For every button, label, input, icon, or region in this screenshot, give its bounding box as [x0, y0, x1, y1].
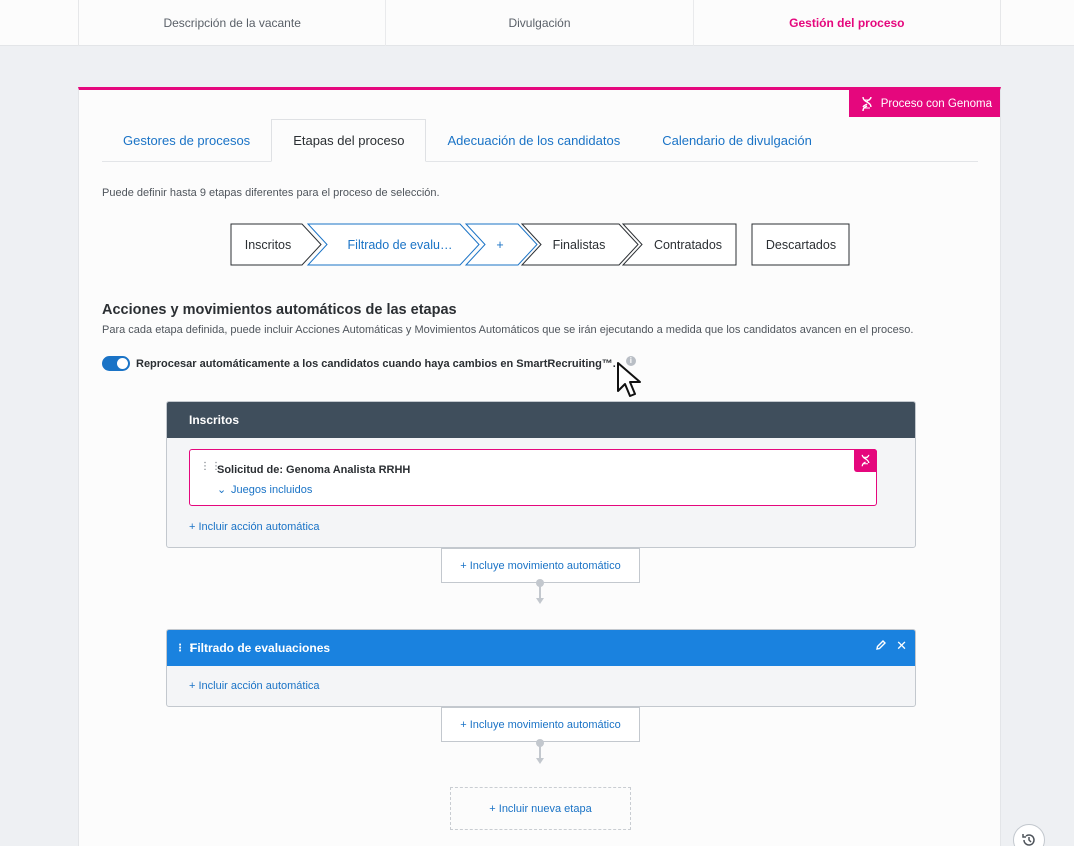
- tab-gestores[interactable]: Gestores de procesos: [102, 119, 271, 161]
- stage-filtrado[interactable]: Filtrado de evalu…: [326, 223, 474, 266]
- juegos-incluidos-link[interactable]: ⌄ Juegos incluidos: [217, 483, 312, 496]
- stage-inscritos[interactable]: Inscritos: [230, 223, 306, 266]
- dna-icon: [861, 454, 870, 467]
- stage-finalistas[interactable]: Finalistas: [540, 223, 618, 266]
- juegos-incluidos-label: Juegos incluidos: [231, 484, 313, 496]
- reprocess-label: Reprocesar automáticamente a los candida…: [136, 357, 616, 370]
- add-movement-button[interactable]: + Incluye movimiento automático: [441, 548, 640, 583]
- reprocess-row: Reprocesar automáticamente a los candida…: [102, 355, 636, 371]
- top-tabs: Descripción de la vacante Divulgación Ge…: [78, 0, 1001, 46]
- tab-calendario[interactable]: Calendario de divulgación: [641, 119, 833, 161]
- drag-handle-icon[interactable]: ⋮⋮: [175, 643, 196, 653]
- add-action-link[interactable]: + Incluir acción automática: [189, 680, 320, 692]
- history-icon[interactable]: [1013, 824, 1045, 846]
- stage-descartados[interactable]: Descartados: [752, 223, 850, 266]
- tab-etapas[interactable]: Etapas del proceso: [271, 119, 427, 162]
- arrow-down-icon: [536, 598, 544, 604]
- automatic-action-card[interactable]: ⋮⋮ Solicitud de: Genoma Analista RRHH ⌄ J…: [189, 449, 877, 506]
- top-tab-descripcion[interactable]: Descripción de la vacante: [79, 0, 387, 46]
- stage-block-filtrado: ⋮⋮ Filtrado de evaluaciones ✕ + Incluir …: [166, 629, 916, 707]
- tab-adecuacion[interactable]: Adecuación de los candidatos: [426, 119, 641, 161]
- close-icon[interactable]: ✕: [896, 638, 907, 654]
- stage-block-inscritos: Inscritos ⋮⋮ Solicitud de: Genoma Analis…: [166, 401, 916, 548]
- reprocess-toggle[interactable]: [102, 356, 130, 371]
- top-tab-divulgacion[interactable]: Divulgación: [386, 0, 694, 46]
- sub-tabs: Gestores de procesos Etapas del proceso …: [102, 119, 978, 162]
- arrow-down-icon: [536, 758, 544, 764]
- top-tab-gestion[interactable]: Gestión del proceso: [694, 0, 1000, 46]
- genoma-badge-label: Proceso con Genoma: [880, 97, 992, 110]
- stage-block-header: ⋮⋮ Filtrado de evaluaciones ✕: [167, 630, 915, 666]
- add-movement-button[interactable]: + Incluye movimiento automático: [441, 707, 640, 742]
- stages-info-text: Puede definir hasta 9 etapas diferentes …: [102, 187, 440, 199]
- section-title: Acciones y movimientos automáticos de la…: [102, 302, 457, 318]
- genoma-corner-badge: [854, 449, 877, 472]
- edit-icon[interactable]: [875, 639, 887, 654]
- mouse-cursor-icon: [617, 362, 641, 397]
- chevron-down-icon: ⌄: [217, 484, 227, 496]
- add-stage-button[interactable]: +: [484, 223, 516, 266]
- stage-block-title: Filtrado de evaluaciones: [190, 641, 331, 655]
- stage-block-header: Inscritos: [167, 402, 915, 438]
- connector-line: [539, 586, 541, 598]
- connector-line: [539, 746, 541, 758]
- dna-icon: [862, 96, 872, 111]
- stage-contratados[interactable]: Contratados: [641, 223, 735, 266]
- top-navigation: Descripción de la vacante Divulgación Ge…: [0, 0, 1074, 46]
- action-title: Solicitud de: Genoma Analista RRHH: [217, 464, 411, 476]
- add-action-link[interactable]: + Incluir acción automática: [189, 521, 320, 533]
- section-description: Para cada etapa definida, puede incluir …: [102, 324, 914, 336]
- add-new-stage-button[interactable]: + Incluir nueva etapa: [450, 787, 631, 830]
- process-card: Proceso con Genoma Gestores de procesos …: [78, 87, 1001, 846]
- genoma-badge: Proceso con Genoma: [848, 90, 1000, 117]
